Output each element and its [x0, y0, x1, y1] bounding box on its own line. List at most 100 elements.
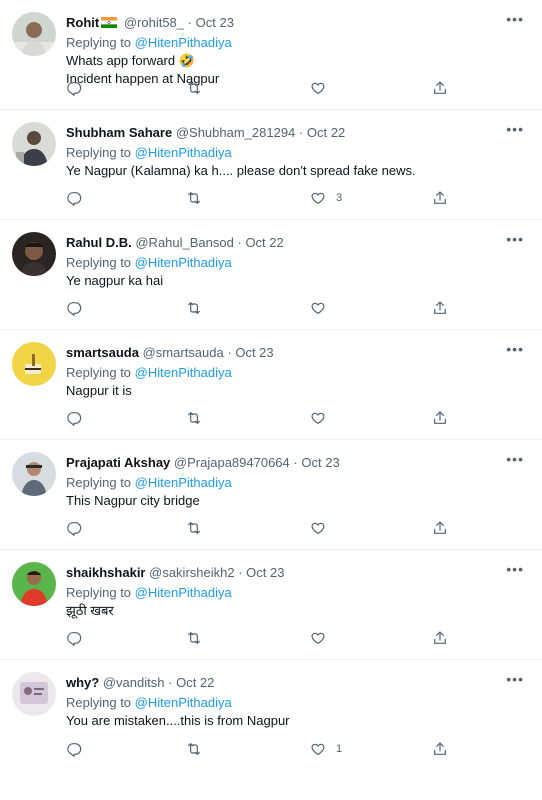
user-handle[interactable]: @Rahul_Bansod — [135, 235, 233, 250]
user-name[interactable]: shaikhshakir — [66, 565, 146, 580]
mention-link[interactable]: @HitenPithadiya — [135, 585, 232, 600]
tweet[interactable]: why? @vanditsh · Oct 22 Replying to @Hit… — [0, 660, 542, 770]
more-icon[interactable]: ••• — [506, 452, 524, 466]
avatar[interactable] — [12, 232, 56, 276]
like-button[interactable] — [310, 79, 336, 97]
user-name[interactable]: Rohit — [66, 15, 99, 30]
mention-link[interactable]: @HitenPithadiya — [135, 475, 232, 490]
avatar[interactable] — [12, 342, 56, 386]
tweet[interactable]: Prajapati Akshay @Prajapa89470664 · Oct … — [0, 440, 542, 550]
retweet-icon — [188, 412, 200, 424]
replying-to: Replying to @HitenPithadiya — [66, 364, 506, 382]
separator: · — [187, 15, 192, 30]
reply-button[interactable] — [66, 409, 82, 427]
mention-link[interactable]: @HitenPithadiya — [135, 365, 232, 380]
avatar[interactable] — [12, 452, 56, 496]
share-button[interactable] — [432, 409, 448, 427]
share-icon — [434, 81, 446, 94]
share-button[interactable] — [432, 629, 448, 647]
retweet-button[interactable] — [186, 409, 202, 427]
like-button[interactable] — [310, 299, 336, 317]
mention-link[interactable]: @HitenPithadiya — [135, 255, 232, 270]
more-icon[interactable]: ••• — [506, 562, 524, 576]
replies-feed: Rohit @rohit58_ · Oct 23 Replying to @Hi… — [0, 0, 542, 800]
share-button[interactable] — [432, 189, 448, 207]
share-button[interactable] — [432, 79, 448, 97]
tweet-header: why? @vanditsh · Oct 22 — [66, 674, 506, 692]
replying-to: Replying to @HitenPithadiya — [66, 694, 506, 712]
more-icon[interactable]: ••• — [506, 232, 524, 246]
reply-button[interactable] — [66, 79, 82, 97]
tweet-date[interactable]: Oct 23 — [301, 455, 339, 470]
reply-button[interactable] — [66, 519, 82, 537]
tweet-header: shaikhshakir @sakirsheikh2 · Oct 23 — [66, 564, 506, 582]
tweet[interactable]: Rahul D.B. @Rahul_Bansod · Oct 22 Replyi… — [0, 220, 542, 330]
tweet-text-line: Ye nagpur ka hai — [66, 273, 164, 288]
share-button[interactable] — [432, 299, 448, 317]
like-button[interactable] — [310, 409, 336, 427]
reply-button[interactable] — [66, 740, 82, 758]
more-icon[interactable]: ••• — [506, 12, 524, 26]
tweet-date[interactable]: Oct 23 — [246, 565, 284, 580]
more-icon[interactable]: ••• — [506, 342, 524, 356]
share-button[interactable] — [432, 519, 448, 537]
reply-button[interactable] — [66, 189, 82, 207]
tweet[interactable]: smartsauda @smartsauda · Oct 23 Replying… — [0, 330, 542, 440]
tweet-header: Prajapati Akshay @Prajapa89470664 · Oct … — [66, 454, 506, 472]
user-handle[interactable]: @Shubham_281294 — [176, 125, 295, 140]
separator: · — [237, 235, 242, 250]
user-handle[interactable]: @smartsauda — [143, 345, 224, 360]
tweet-date[interactable]: Oct 22 — [245, 235, 283, 250]
avatar[interactable] — [12, 562, 56, 606]
like-button[interactable]: 3 — [310, 189, 342, 207]
more-icon[interactable]: ••• — [506, 672, 524, 686]
user-handle[interactable]: @Prajapa89470664 — [174, 455, 290, 470]
like-button[interactable] — [310, 519, 336, 537]
india-flag-icon — [101, 17, 118, 28]
mention-link[interactable]: @HitenPithadiya — [135, 145, 232, 160]
like-button[interactable]: 1 — [310, 740, 342, 758]
tweet-date[interactable]: Oct 22 — [307, 125, 345, 140]
user-name[interactable]: Prajapati Akshay — [66, 455, 170, 470]
retweet-button[interactable] — [186, 189, 202, 207]
share-icon — [434, 411, 446, 424]
tweet-actions: 3 — [66, 189, 452, 207]
reply-button[interactable] — [66, 299, 82, 317]
retweet-icon — [188, 192, 200, 204]
replying-to: Replying to @HitenPithadiya — [66, 474, 506, 492]
reply-button[interactable] — [66, 629, 82, 647]
mention-link[interactable]: @HitenPithadiya — [135, 35, 232, 50]
heart-icon — [311, 192, 325, 204]
retweet-button[interactable] — [186, 519, 202, 537]
tweet[interactable]: Shubham Sahare @Shubham_281294 · Oct 22 … — [0, 110, 542, 220]
retweet-button[interactable] — [186, 629, 202, 647]
avatar[interactable] — [12, 672, 56, 716]
avatar[interactable] — [12, 122, 56, 166]
tweet-date[interactable]: Oct 23 — [196, 15, 234, 30]
separator: · — [293, 455, 298, 470]
mention-link[interactable]: @HitenPithadiya — [135, 695, 232, 710]
user-name[interactable]: smartsauda — [66, 345, 139, 360]
heart-icon — [311, 743, 325, 755]
reply-icon — [67, 192, 82, 206]
retweet-button[interactable] — [186, 740, 202, 758]
tweet[interactable]: Rohit @rohit58_ · Oct 23 Replying to @Hi… — [0, 0, 542, 110]
like-button[interactable] — [310, 629, 336, 647]
retweet-button[interactable] — [186, 299, 202, 317]
user-handle[interactable]: @sakirsheikh2 — [149, 565, 234, 580]
replying-label: Replying to — [66, 255, 132, 270]
tweet-date[interactable]: Oct 23 — [235, 345, 273, 360]
share-button[interactable] — [432, 740, 448, 758]
tweet[interactable]: shaikhshakir @sakirsheikh2 · Oct 23 Repl… — [0, 550, 542, 660]
user-name[interactable]: why? — [66, 675, 99, 690]
tweet-date[interactable]: Oct 22 — [176, 675, 214, 690]
user-name[interactable]: Rahul D.B. — [66, 235, 132, 250]
user-handle[interactable]: @rohit58_ — [124, 15, 184, 30]
retweet-button[interactable] — [186, 79, 202, 97]
more-icon[interactable]: ••• — [506, 122, 524, 136]
reply-icon — [67, 743, 82, 757]
user-handle[interactable]: @vanditsh — [103, 675, 165, 690]
user-name[interactable]: Shubham Sahare — [66, 125, 172, 140]
avatar[interactable] — [12, 12, 56, 56]
retweet-icon — [188, 522, 200, 534]
